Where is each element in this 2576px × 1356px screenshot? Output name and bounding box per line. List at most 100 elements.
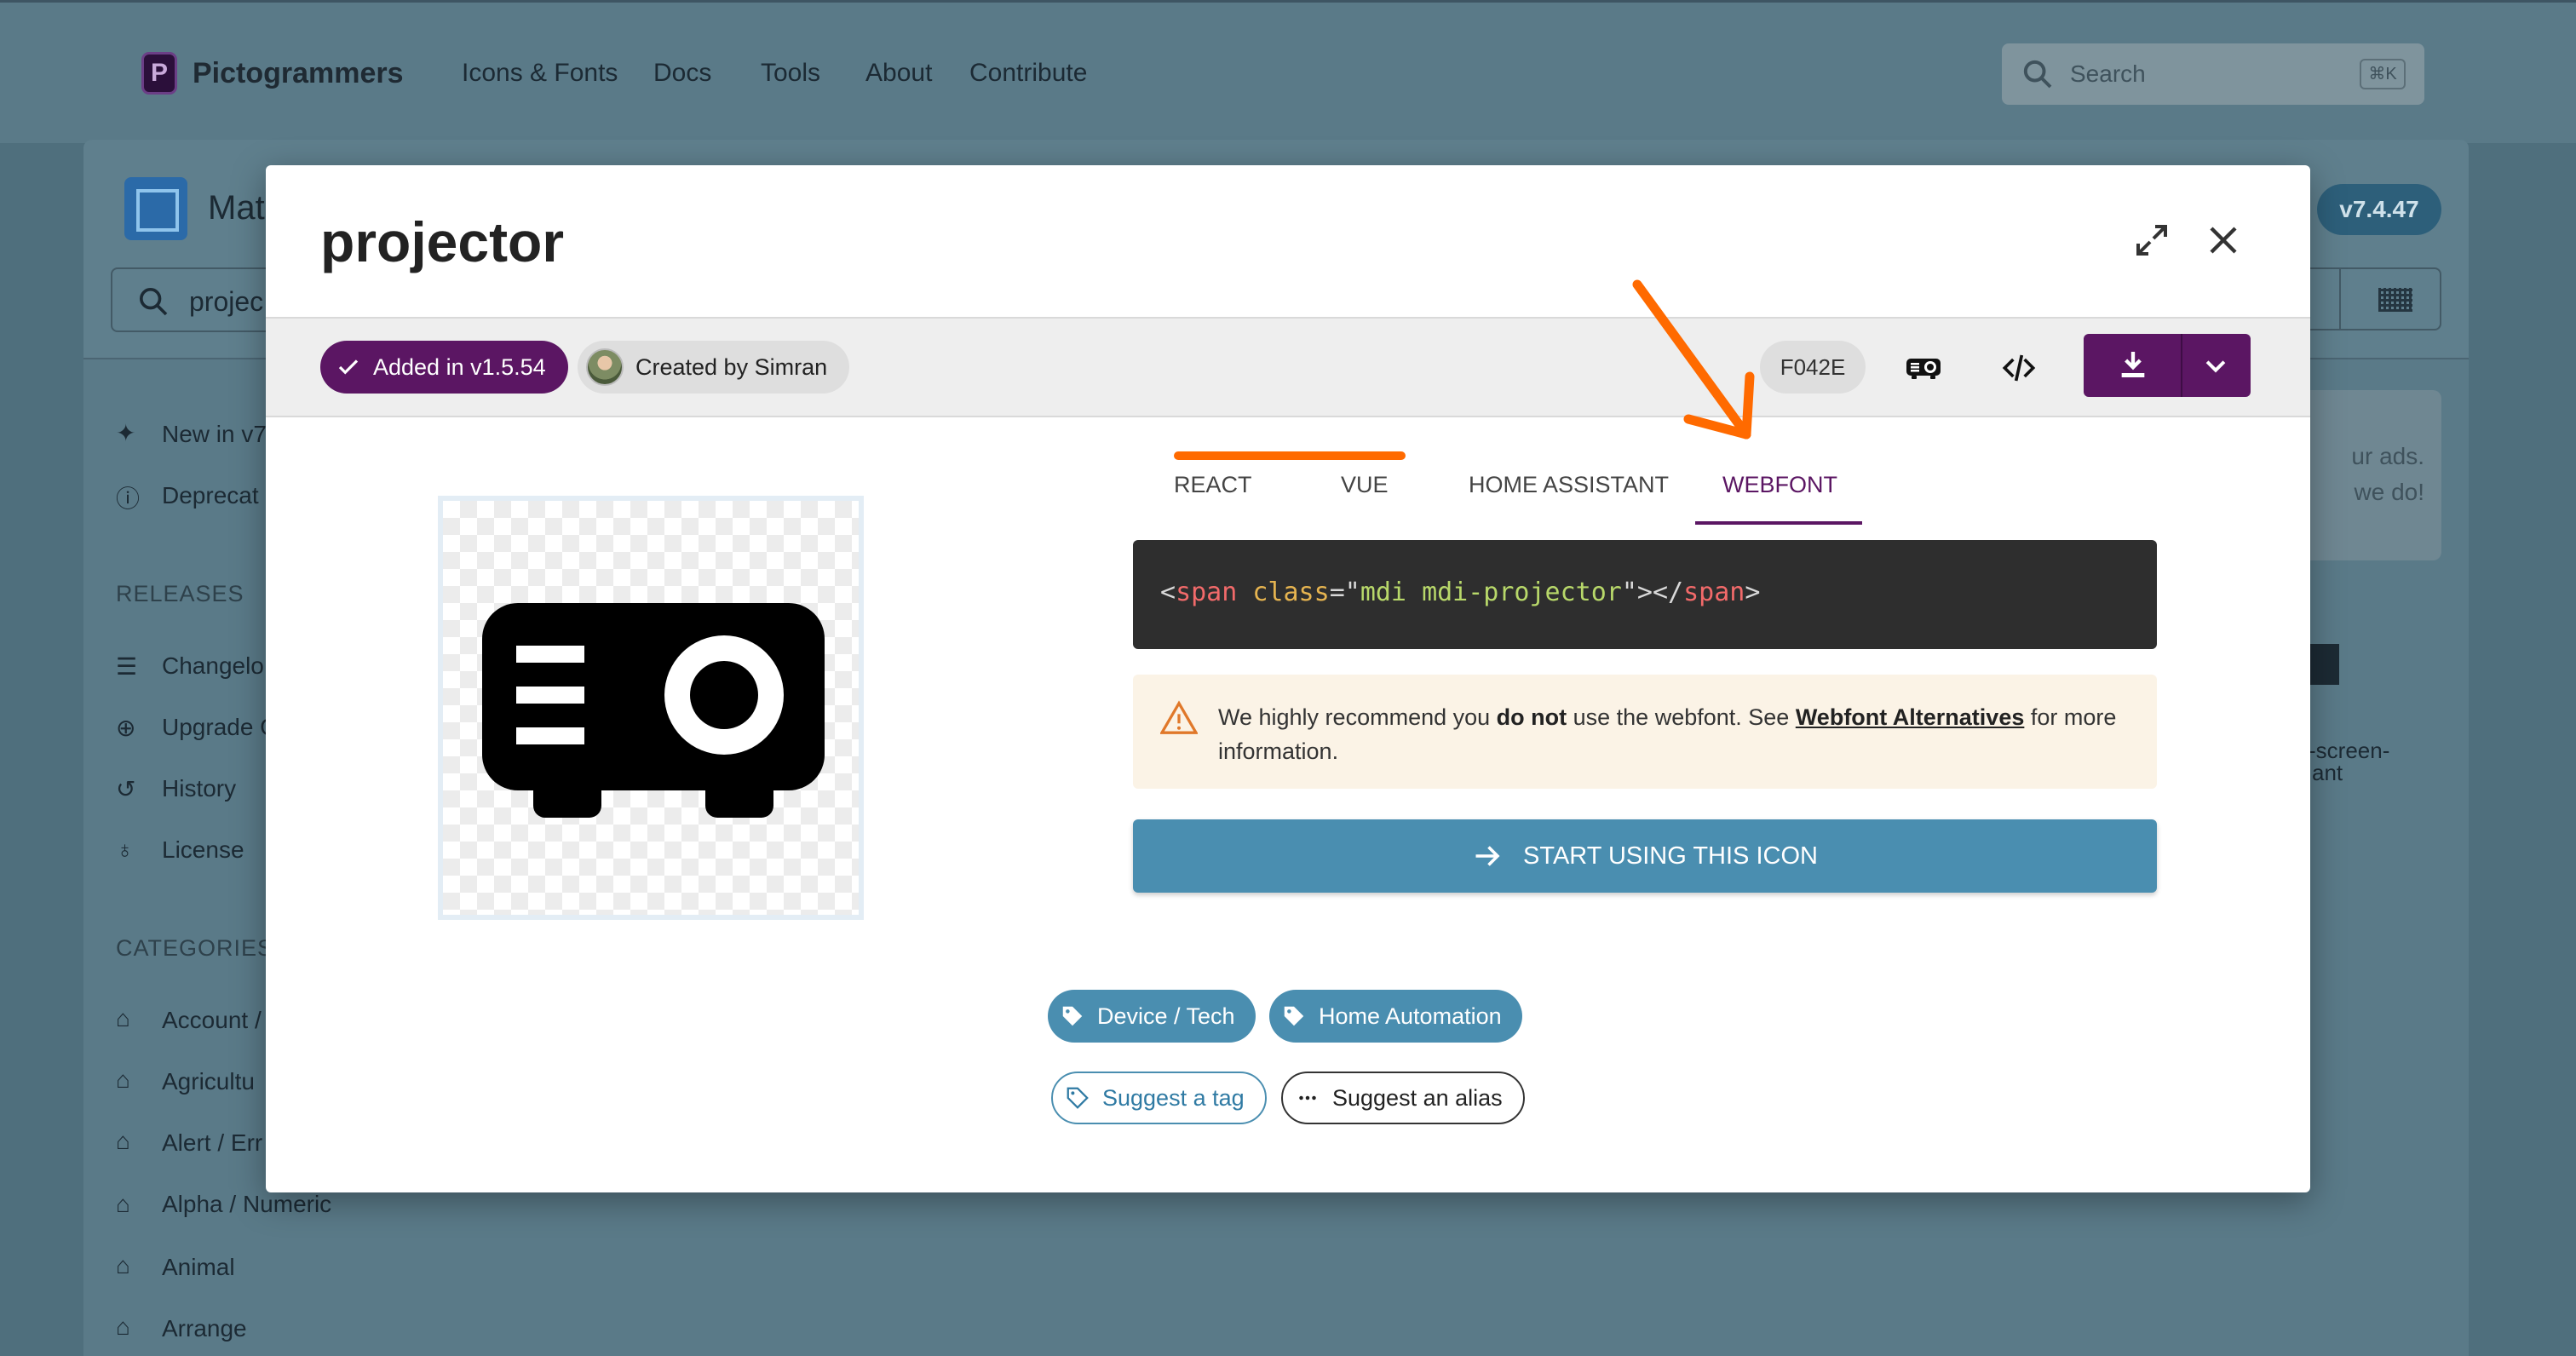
download-button-group[interactable]	[2084, 334, 2251, 397]
grid-view-icon	[2378, 288, 2412, 312]
sidebar-item-history[interactable]: History	[162, 775, 236, 802]
download-icon[interactable]	[2116, 348, 2150, 382]
annotation-arrow-icon	[1632, 279, 1755, 440]
sidebar-item-deprecated[interactable]: Deprecat	[162, 482, 259, 509]
tag-home-automation[interactable]: Home Automation	[1269, 990, 1522, 1043]
start-using-icon-button[interactable]: START USING THIS ICON	[1133, 819, 2157, 893]
tag-label: Home Automation	[1319, 1003, 1502, 1029]
category-alert[interactable]: Alert / Err	[162, 1129, 262, 1157]
version-badge[interactable]: v7.4.47	[2317, 184, 2441, 235]
arrows-expand-icon[interactable]	[2131, 220, 2172, 261]
nav-icons-fonts[interactable]: Icons & Fonts	[462, 59, 618, 88]
chevron-down-icon[interactable]	[2201, 351, 2230, 380]
category-arrange[interactable]: Arrange	[162, 1315, 247, 1342]
history-icon: ↺	[116, 776, 136, 802]
webfont-alternatives-link[interactable]: Webfont Alternatives	[1796, 704, 2025, 730]
partial-icon-tile	[2309, 644, 2339, 685]
category-animal[interactable]: Animal	[162, 1254, 235, 1281]
code-snippet[interactable]: <span class="mdi mdi-projector"></span>	[1133, 540, 2157, 649]
suggest-alias-label: Suggest an alias	[1332, 1084, 1503, 1111]
dots-horizontal-icon	[1299, 1095, 1316, 1100]
site-logo[interactable]: P Pictogrammers	[141, 52, 404, 95]
suggest-alias-button[interactable]: Suggest an alias	[1281, 1072, 1525, 1124]
library-search-input[interactable]: projec	[111, 267, 281, 332]
code-tag: span	[1176, 577, 1238, 607]
author-label: Created by Simran	[635, 353, 828, 380]
tag-label: Device / Tech	[1097, 1003, 1235, 1029]
tab-webfont[interactable]: WEBFONT	[1722, 472, 1837, 498]
mdi-library-icon	[124, 177, 187, 240]
annotation-underline	[1174, 451, 1406, 460]
embed-code-button[interactable]	[1995, 344, 2043, 392]
added-version-chip[interactable]: Added in v1.5.54	[320, 341, 568, 394]
copy-icon-button[interactable]	[1900, 344, 1947, 392]
author-chip[interactable]: Created by Simran	[578, 341, 850, 394]
nav-tools[interactable]: Tools	[761, 59, 820, 88]
nav-docs[interactable]: Docs	[653, 59, 711, 88]
list-icon: ☰	[116, 653, 138, 680]
license-icon: ♁	[116, 836, 134, 863]
alert-triangle-icon	[1160, 700, 1198, 734]
webfont-warning: We highly recommend you do not use the w…	[1133, 675, 2157, 789]
tag-outline-icon	[1067, 1087, 1089, 1109]
ad-banner[interactable]: ur ads. we do!	[2300, 390, 2441, 560]
tag-icon: ⌂	[116, 1252, 130, 1278]
category-account[interactable]: Account /	[162, 1007, 262, 1034]
search-icon	[140, 288, 168, 316]
icon-name-title: projector	[320, 210, 565, 273]
icon-preview	[438, 496, 864, 920]
tag-device-tech[interactable]: Device / Tech	[1048, 990, 1256, 1043]
tab-home-assistant[interactable]: HOME ASSISTANT	[1469, 472, 1669, 498]
sidebar-item-upgrade[interactable]: Upgrade G	[162, 714, 279, 741]
upgrade-icon: ⊕	[116, 715, 136, 741]
tag-icon: ⌂	[116, 1005, 130, 1031]
library-title: Mat	[208, 189, 265, 227]
category-alpha-numeric[interactable]: Alpha / Numeric	[162, 1191, 331, 1218]
tab-react[interactable]: REACT	[1174, 472, 1252, 498]
site-search[interactable]: Search ⌘K	[2002, 43, 2424, 105]
code-class-icon: mdi-projector	[1422, 577, 1622, 607]
warning-message: We highly recommend you do not use the w…	[1218, 700, 2121, 768]
suggest-tag-button[interactable]: Suggest a tag	[1051, 1072, 1267, 1124]
search-placeholder: Search	[2070, 60, 2146, 87]
search-shortcut-hint: ⌘K	[2360, 59, 2406, 89]
library-search-value: projec	[189, 286, 264, 317]
tag-icon	[1284, 1006, 1304, 1026]
added-version-label: Added in v1.5.54	[373, 353, 546, 380]
tag-icon	[1062, 1006, 1083, 1026]
projector-icon	[1906, 359, 1941, 379]
nav-contribute[interactable]: Contribute	[969, 59, 1087, 88]
close-x-icon[interactable]	[2203, 220, 2244, 261]
code-open-bracket: <	[1160, 577, 1176, 607]
check-icon	[338, 359, 359, 375]
tab-vue[interactable]: VUE	[1341, 472, 1389, 498]
active-tab-indicator	[1695, 521, 1862, 525]
sidebar-item-changelog[interactable]: Changelo	[162, 652, 264, 680]
projector-icon	[482, 603, 825, 818]
search-icon	[2023, 60, 2052, 89]
brand-name: Pictogrammers	[193, 56, 404, 89]
code-class-mdi: mdi	[1360, 577, 1406, 607]
icon-detail-dialog: projector Added in v1.5.54 Created by Si…	[266, 165, 2310, 1192]
nav-about[interactable]: About	[865, 59, 932, 88]
ad-text-2: we do!	[2354, 479, 2425, 505]
partial-icon-label-2: ant	[2312, 760, 2343, 785]
code-eq: ="	[1329, 577, 1360, 607]
code-tag-close: span	[1683, 577, 1745, 607]
pictogrammers-logo-icon: P	[141, 52, 177, 95]
tag-icon: ⌂	[116, 1313, 130, 1340]
tag-icon: ⌂	[116, 1066, 130, 1093]
alert-circle-icon: ⓘ	[116, 486, 141, 512]
codepoint-badge[interactable]: F042E	[1760, 341, 1866, 394]
releases-heading: RELEASES	[116, 581, 244, 606]
sidebar-item-license[interactable]: License	[162, 836, 244, 864]
warning-text-pre: We highly recommend you	[1218, 704, 1497, 730]
sidebar-item-new[interactable]: New in v7	[162, 421, 267, 448]
ad-text-1: ur ads.	[2351, 443, 2424, 469]
suggest-tag-label: Suggest a tag	[1102, 1084, 1245, 1111]
sparkle-icon: ✦	[116, 420, 136, 446]
warning-text-bold: do not	[1496, 704, 1567, 730]
category-agriculture[interactable]: Agricultu	[162, 1068, 255, 1095]
tag-icon: ⌂	[116, 1191, 130, 1217]
warning-text-mid: use the webfont. See	[1567, 704, 1796, 730]
